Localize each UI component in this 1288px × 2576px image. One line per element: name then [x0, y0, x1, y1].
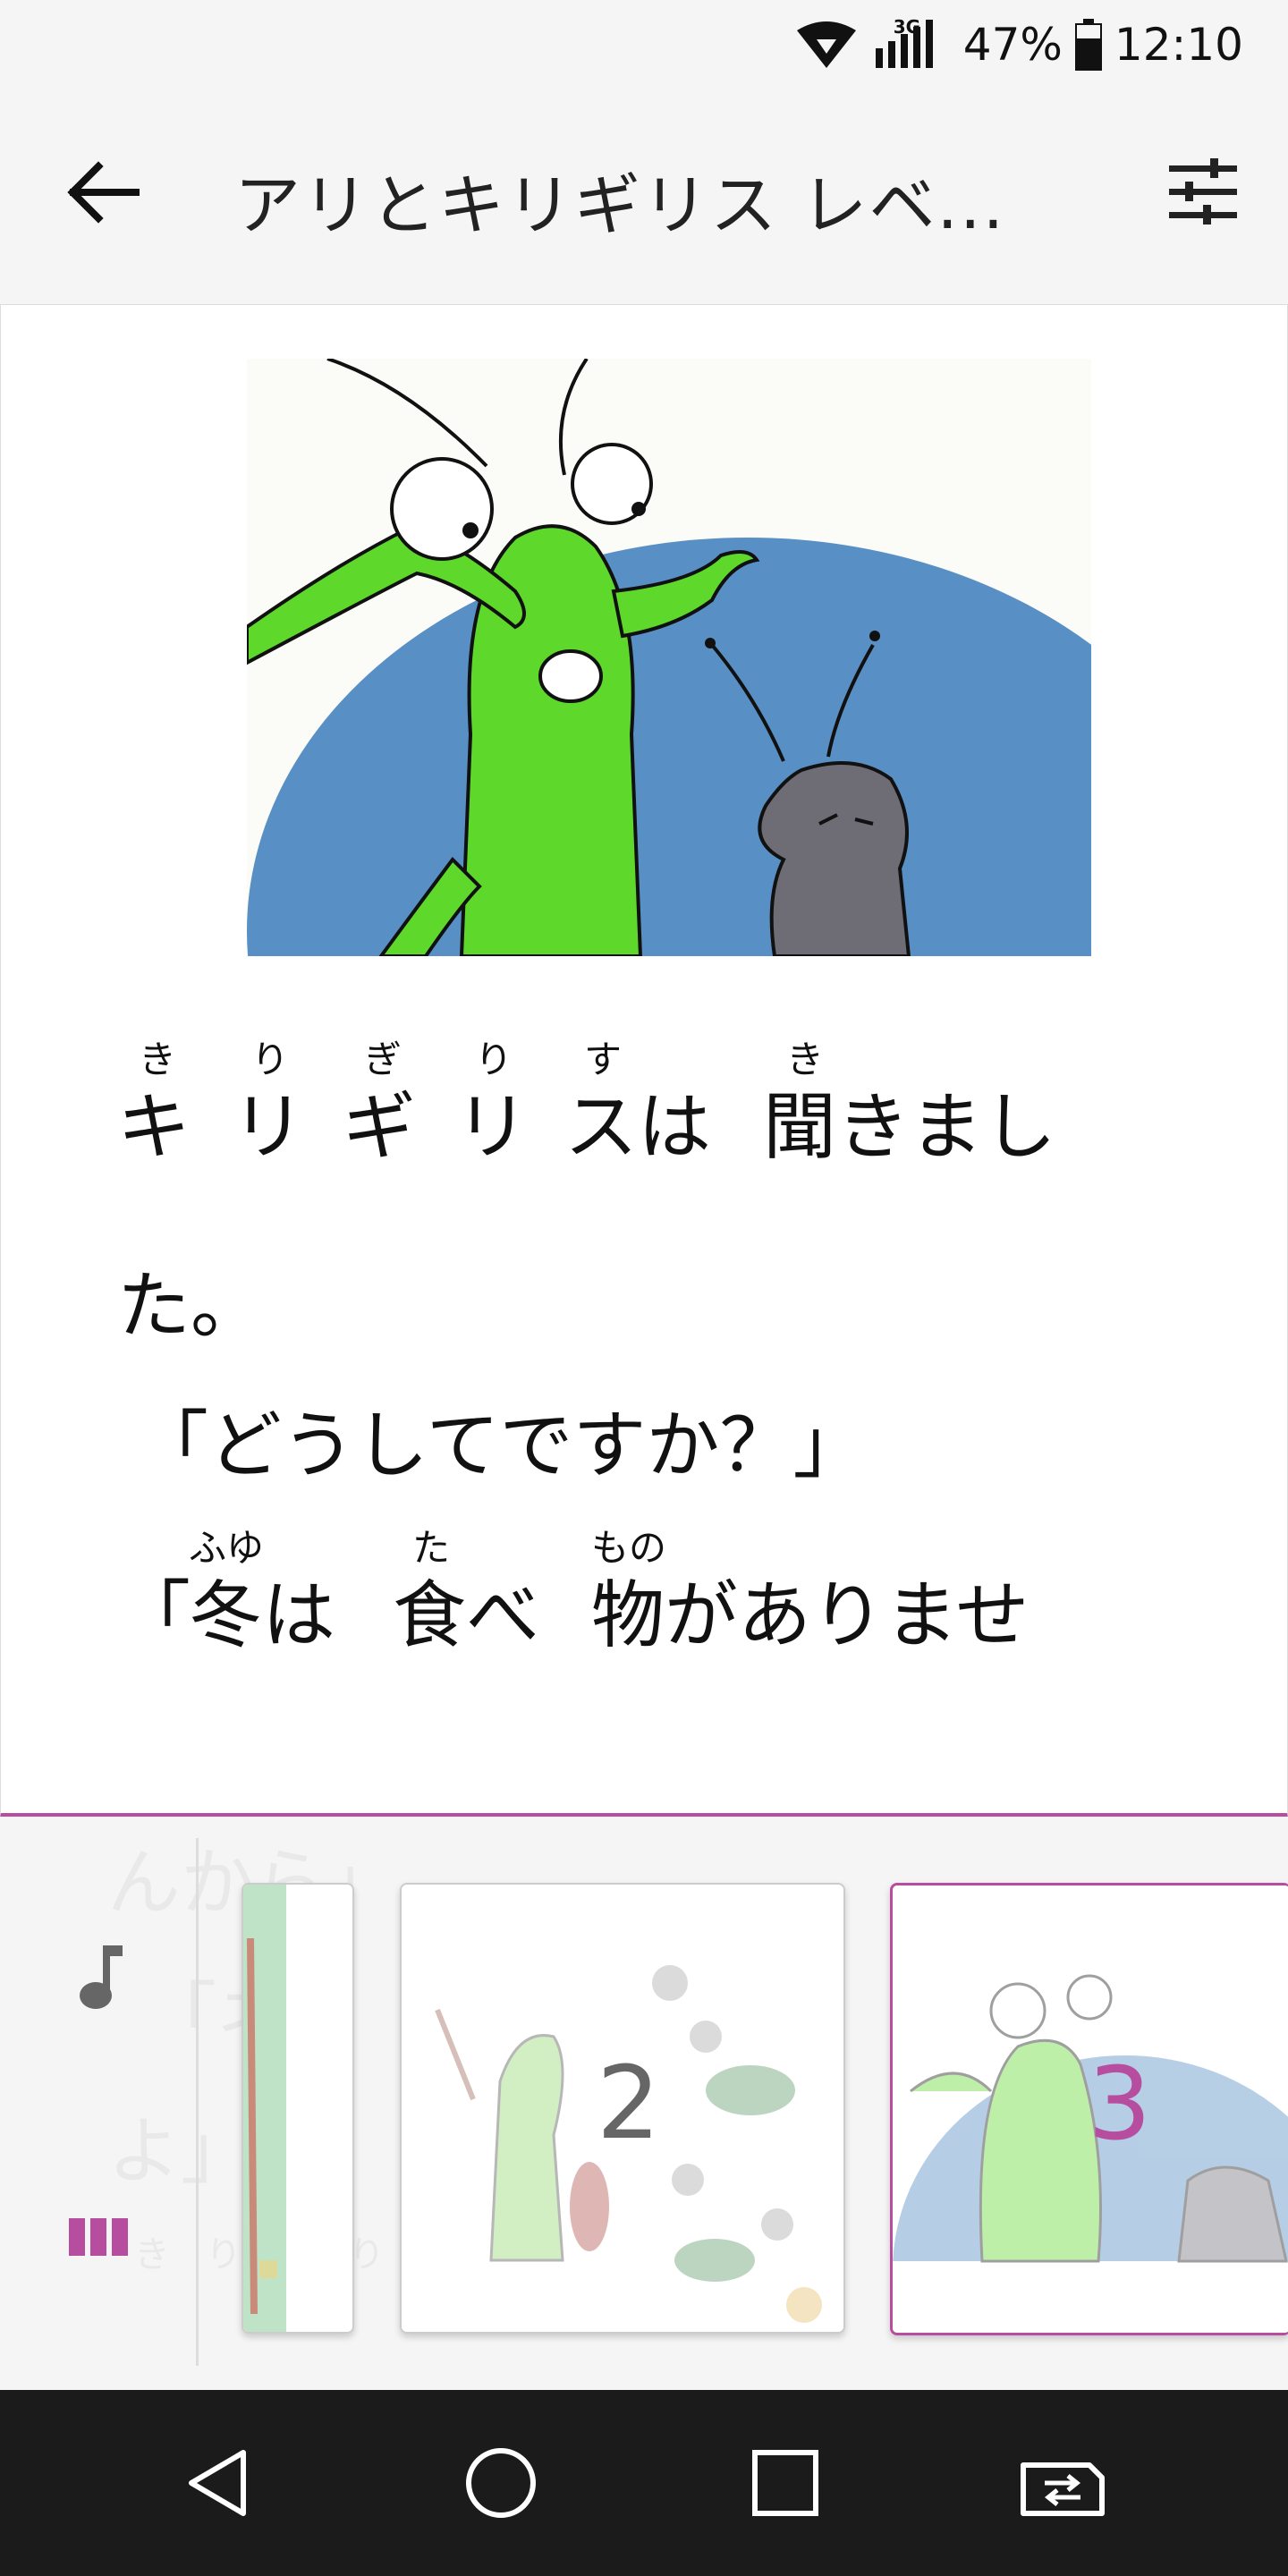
- clock: 12:10: [1114, 19, 1243, 71]
- nav-home-icon: [466, 2448, 536, 2518]
- book-page[interactable]: き り ぎ り す き キ リ ギ リ スは 聞きまし た。 「どうしてですか？…: [0, 304, 1288, 1818]
- story-word[interactable]: 冬は: [189, 1555, 335, 1662]
- story-word[interactable]: 物がありませ: [591, 1555, 1030, 1662]
- story-word[interactable]: リ: [232, 1067, 305, 1174]
- page-list-button[interactable]: [54, 2192, 143, 2282]
- story-word[interactable]: リ: [455, 1067, 529, 1174]
- story-line-2: た。: [117, 1171, 1191, 1350]
- music-note-icon: [80, 1945, 123, 2009]
- page-thumbnail-1[interactable]: [242, 1883, 354, 2334]
- story-word[interactable]: 「どうしてですか？」: [135, 1385, 867, 1492]
- page-number: 2: [597, 2046, 661, 2162]
- page-thumbnail-3[interactable]: 3: [890, 1883, 1288, 2335]
- signal-icon: 3G: [870, 16, 951, 72]
- nav-switch-button[interactable]: [1009, 2429, 1116, 2537]
- story-word[interactable]: 食べ: [393, 1555, 539, 1662]
- nav-switch-icon: [1021, 2462, 1105, 2516]
- story-word[interactable]: ギ: [343, 1067, 416, 1174]
- tune-icon: [1169, 158, 1237, 225]
- settings-button[interactable]: [1154, 143, 1252, 242]
- story-line-4: ふゆ た もの 「 冬は 食べ 物がありませ: [117, 1526, 1191, 1707]
- battery-icon: [1074, 19, 1102, 71]
- nav-recents-button[interactable]: [732, 2429, 839, 2537]
- status-bar: 3G 47% 12:10: [0, 0, 1288, 89]
- back-arrow-icon: [67, 161, 140, 224]
- page-number: 3: [1088, 2046, 1152, 2163]
- app-bar: アリとキリギリス レベ...: [0, 89, 1288, 304]
- page-thumbnail-2[interactable]: 2: [400, 1883, 845, 2334]
- nav-back-icon: [189, 2450, 246, 2516]
- story-word[interactable]: 「: [117, 1555, 191, 1662]
- story-text: き り ぎ り す き キ リ ギ リ スは 聞きまし た。 「どうしてですか？…: [117, 992, 1191, 1707]
- system-nav-bar: [0, 2390, 1288, 2576]
- battery-percent: 47%: [962, 19, 1063, 71]
- page-navigator-panel: んから」 「ネ よ」 き り ぎ り す わら: [0, 1817, 1288, 2390]
- page-strip-icon: [69, 2218, 128, 2256]
- nav-back-button[interactable]: [166, 2429, 274, 2537]
- book-title: アリとキリギリス レベ...: [234, 167, 1006, 244]
- thumbnail-image: [243, 1885, 352, 2332]
- nav-home-button[interactable]: [447, 2429, 555, 2537]
- story-word[interactable]: スは: [564, 1067, 711, 1174]
- story-line-3: 「どうしてですか？」: [117, 1350, 1191, 1529]
- audio-toggle-button[interactable]: [63, 1924, 143, 2031]
- story-word[interactable]: キ: [117, 1067, 191, 1174]
- story-word[interactable]: た。: [117, 1246, 264, 1352]
- panel-divider: [196, 1838, 199, 2366]
- story-word[interactable]: 聞きまし: [763, 1067, 1056, 1174]
- wifi-icon: [796, 21, 856, 68]
- nav-recents-icon: [752, 2450, 818, 2516]
- story-line-1: き り ぎ り す き キ リ ギ リ スは 聞きまし: [117, 992, 1191, 1171]
- page-illustration: [247, 359, 1091, 956]
- back-button[interactable]: [54, 143, 152, 242]
- status-icons: 3G 47% 12:10: [795, 13, 1243, 77]
